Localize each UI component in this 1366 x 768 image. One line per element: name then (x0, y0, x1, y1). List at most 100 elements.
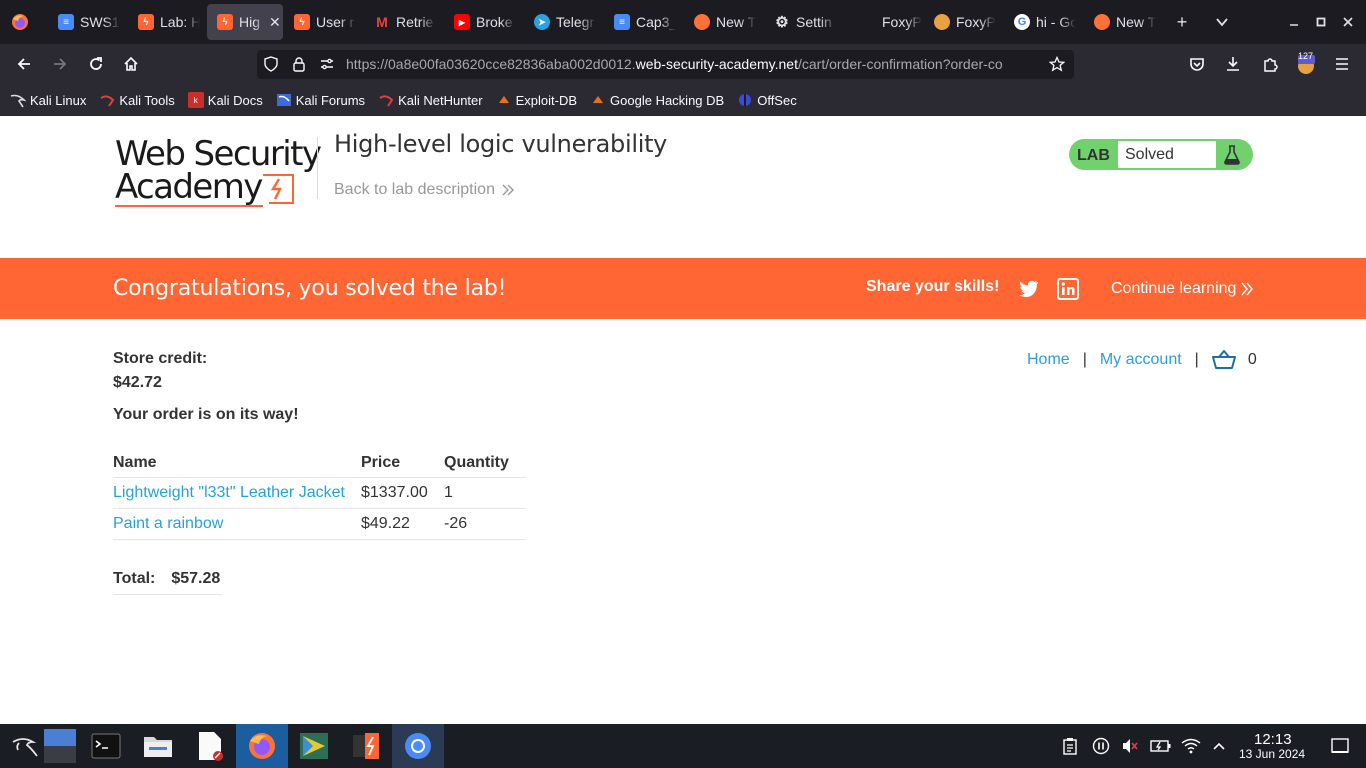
kali-forums-icon (276, 92, 292, 108)
hamburger-menu-icon[interactable] (1328, 50, 1356, 78)
back-to-lab-description-link[interactable]: Back to lab description (334, 181, 515, 199)
maximize-icon[interactable] (1307, 8, 1335, 36)
kali-tools-icon (99, 92, 115, 108)
reload-icon[interactable] (82, 50, 110, 78)
bookmark-exploit-db[interactable]: Exploit-DB (496, 92, 577, 108)
url-path: /cart/order-confirmation?order-co (797, 56, 1003, 72)
minimize-icon[interactable] (1280, 8, 1308, 36)
my-account-link[interactable]: My account (1100, 351, 1182, 369)
pocket-icon[interactable] (1183, 50, 1211, 78)
terminal-icon[interactable] (80, 724, 132, 768)
linkedin-icon[interactable] (1057, 278, 1079, 300)
tab-label: FoxyP (882, 14, 922, 30)
product-link[interactable]: Lightweight "l33t" Leather Jacket (113, 484, 345, 501)
tab-new-tab[interactable]: New T (684, 4, 764, 40)
url-domain: web-security-academy.net (635, 56, 798, 72)
clock-date[interactable]: 13 Jun 2024 (1239, 747, 1305, 761)
foxyproxy-icon (934, 14, 950, 30)
doc-icon: ≡ (58, 14, 74, 30)
table-row: Paint a rainbow $49.22 -26 (113, 508, 526, 540)
speaker-muted-icon[interactable] (1120, 736, 1140, 756)
tab-foxyproxy[interactable]: FoxyP (850, 4, 926, 40)
tab-label: Telegr (556, 14, 595, 30)
firefox-menu-icon[interactable] (6, 8, 34, 36)
column-header-name: Name (113, 450, 361, 478)
list-tabs-chevron-icon[interactable] (1208, 8, 1236, 36)
tab-high-level-active[interactable]: ϟ Hig ✕ (207, 4, 283, 40)
text-editor-icon[interactable] (184, 724, 236, 768)
tab-google[interactable]: G hi - Go (1004, 4, 1084, 40)
new-tab-plus-icon[interactable]: + (1168, 8, 1196, 36)
shield-icon[interactable] (263, 56, 279, 77)
taskbar (0, 724, 1366, 768)
offsec-icon (737, 92, 753, 108)
wifi-icon[interactable] (1181, 736, 1201, 756)
bookmark-google-hacking-db[interactable]: Google Hacking DB (590, 92, 724, 108)
bookmark-kali-linux[interactable]: Kali Linux (10, 92, 86, 108)
lock-icon[interactable] (291, 56, 307, 77)
tab-foxyproxy-2[interactable]: FoxyP (924, 4, 1004, 40)
extension-badge-icon[interactable]: 127 (1292, 50, 1320, 78)
bookmark-star-icon[interactable] (1048, 55, 1066, 77)
back-link-label: Back to lab description (334, 181, 495, 198)
clock-time[interactable]: 12:13 (1254, 731, 1292, 748)
extensions-puzzle-icon[interactable] (1256, 50, 1284, 78)
twitter-icon[interactable] (1018, 277, 1040, 299)
tab-youtube[interactable]: ▶ Broke (444, 4, 524, 40)
workspace-switcher-icon[interactable] (40, 724, 80, 768)
vscode-like-icon[interactable] (288, 724, 340, 768)
downloads-icon[interactable] (1219, 50, 1247, 78)
bookmark-kali-docs[interactable]: k Kali Docs (187, 92, 263, 108)
logo-line-1: Web Security (115, 134, 322, 174)
tab-lab[interactable]: ϟ Lab: H (128, 4, 208, 40)
continue-learning-link[interactable]: Continue learning (1111, 280, 1254, 298)
product-link[interactable]: Paint a rainbow (113, 515, 223, 532)
clipboard-icon[interactable] (1060, 736, 1080, 756)
tab-telegram[interactable]: ➤ Telegr (524, 4, 604, 40)
cart-count: 0 (1247, 351, 1257, 368)
bookmark-label: Kali NetHunter (398, 92, 483, 108)
lab-status-box: Solved (1118, 141, 1216, 168)
forward-arrow-icon[interactable] (46, 50, 74, 78)
firefox-taskbar-icon[interactable] (236, 724, 288, 768)
tray-expand-chevron-icon[interactable] (1209, 736, 1229, 756)
order-confirmation-message: Your order is on its way! (113, 406, 299, 423)
pause-icon[interactable] (1091, 736, 1111, 756)
url-bar[interactable]: https://0a8e00fa03620cce82836aba002d0012… (257, 50, 1074, 79)
close-window-icon[interactable] (1334, 8, 1362, 36)
permissions-icon[interactable] (319, 56, 335, 77)
tab-sws[interactable]: ≡ SWS1 (48, 4, 128, 40)
bookmark-kali-nethunter[interactable]: Kali NetHunter (378, 92, 483, 108)
logo-bolt-icon (263, 174, 294, 204)
chromium-icon[interactable] (392, 724, 444, 768)
home-icon[interactable] (117, 50, 145, 78)
tab-gmail[interactable]: M Retrie (364, 4, 444, 40)
close-icon[interactable]: ✕ (269, 14, 281, 31)
web-security-academy-logo[interactable]: Web Security Academy (115, 137, 322, 209)
browser-tab-bar: ≡ SWS1 ϟ Lab: H ϟ Hig ✕ ϟ User r M Retri… (0, 0, 1366, 44)
file-manager-icon[interactable] (132, 724, 184, 768)
double-chevron-right-icon (1241, 282, 1254, 296)
column-header-quantity: Quantity (444, 450, 526, 478)
double-chevron-right-icon (502, 184, 514, 196)
bookmark-kali-tools[interactable]: Kali Tools (99, 92, 175, 108)
continue-learning-label: Continue learning (1111, 280, 1237, 297)
bookmark-offsec[interactable]: OffSec (737, 92, 797, 108)
bookmark-kali-forums[interactable]: Kali Forums (276, 92, 365, 108)
burpsuite-icon[interactable] (340, 724, 392, 768)
tab-new-tab-2[interactable]: New T (1084, 4, 1164, 40)
home-link[interactable]: Home (1027, 351, 1070, 369)
url-text[interactable]: https://0a8e00fa03620cce82836aba002d0012… (346, 56, 1042, 72)
cart-link[interactable]: 0 (1211, 350, 1257, 370)
tab-user[interactable]: ϟ User r (284, 4, 364, 40)
tab-cap3[interactable]: ≡ Cap3_ (604, 4, 684, 40)
tab-label: Retrie (396, 14, 434, 30)
bookmark-label: Kali Docs (207, 92, 263, 108)
portswigger-icon: ϟ (217, 14, 233, 30)
back-arrow-icon[interactable] (10, 50, 38, 78)
gmail-icon: M (376, 14, 388, 30)
show-desktop-icon[interactable] (1330, 736, 1350, 756)
congratulations-message: Congratulations, you solved the lab! (113, 276, 507, 301)
battery-icon[interactable] (1150, 736, 1172, 756)
tab-settings[interactable]: ⚙ Settin (764, 4, 844, 40)
